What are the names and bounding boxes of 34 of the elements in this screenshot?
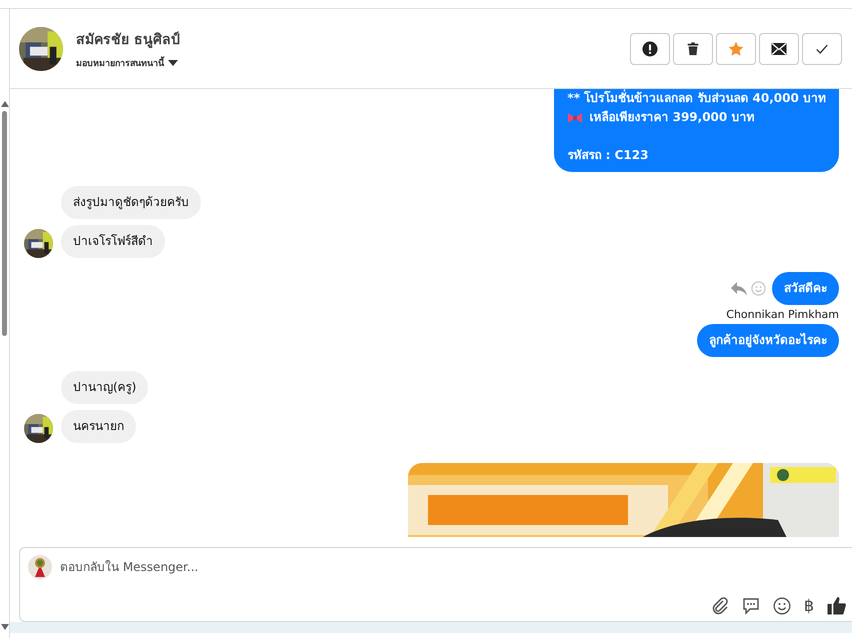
message-text: ปานาญ(ครู) bbox=[73, 379, 136, 396]
sender-name: Chonnikan Pimkham bbox=[726, 308, 839, 321]
message-text: สวัสดีคะ bbox=[784, 280, 827, 297]
message-text: เหลือเพียงราคา 399,000 บาท bbox=[589, 109, 754, 126]
message-text: ** โปรโมชั่นข้าวแลกลด รับส่วนลด 40,000 บาท bbox=[567, 89, 826, 107]
comment-icon[interactable] bbox=[742, 596, 760, 614]
reply-box[interactable]: ตอบกลับใน Messenger... ฿ bbox=[19, 547, 852, 622]
paperclip-icon[interactable] bbox=[710, 596, 729, 614]
reply-icon[interactable] bbox=[731, 282, 747, 296]
smiley-icon[interactable] bbox=[772, 596, 791, 614]
assign-dropdown[interactable]: มอบหมายการสนทนานี้ bbox=[76, 56, 617, 70]
message-text: ส่งรูปมาดูชัดๆด้วยครับ bbox=[73, 194, 189, 212]
scroll-down-icon[interactable] bbox=[0, 624, 8, 630]
check-button[interactable] bbox=[802, 32, 842, 64]
trash-button[interactable] bbox=[673, 32, 713, 64]
alert-icon bbox=[642, 40, 658, 56]
thumbs-up-icon[interactable] bbox=[827, 596, 846, 615]
scroll-up-icon[interactable] bbox=[0, 101, 8, 107]
message-text: ลูกค้าอยู่จังหวัดอะไรคะ bbox=[709, 332, 827, 350]
star-icon bbox=[728, 40, 744, 56]
check-icon bbox=[815, 42, 829, 56]
caret-icon bbox=[168, 60, 178, 66]
message-text: รหัสรถ : C123 bbox=[567, 147, 648, 164]
message-text: ปาเจโรโฟร์สีดำ bbox=[73, 233, 153, 250]
contact-name: สมัครชัย ธนูศิลป์ bbox=[76, 30, 181, 50]
mail-icon bbox=[771, 42, 787, 56]
trash-icon bbox=[686, 40, 700, 56]
currency-button[interactable]: ฿ bbox=[804, 596, 814, 615]
mail-button[interactable] bbox=[759, 32, 799, 64]
bow-icon bbox=[567, 112, 584, 124]
scrollbar-thumb[interactable] bbox=[2, 111, 7, 336]
message-text: นครนายก bbox=[73, 418, 124, 435]
alert-button[interactable] bbox=[630, 32, 670, 64]
star-button[interactable] bbox=[716, 32, 756, 64]
